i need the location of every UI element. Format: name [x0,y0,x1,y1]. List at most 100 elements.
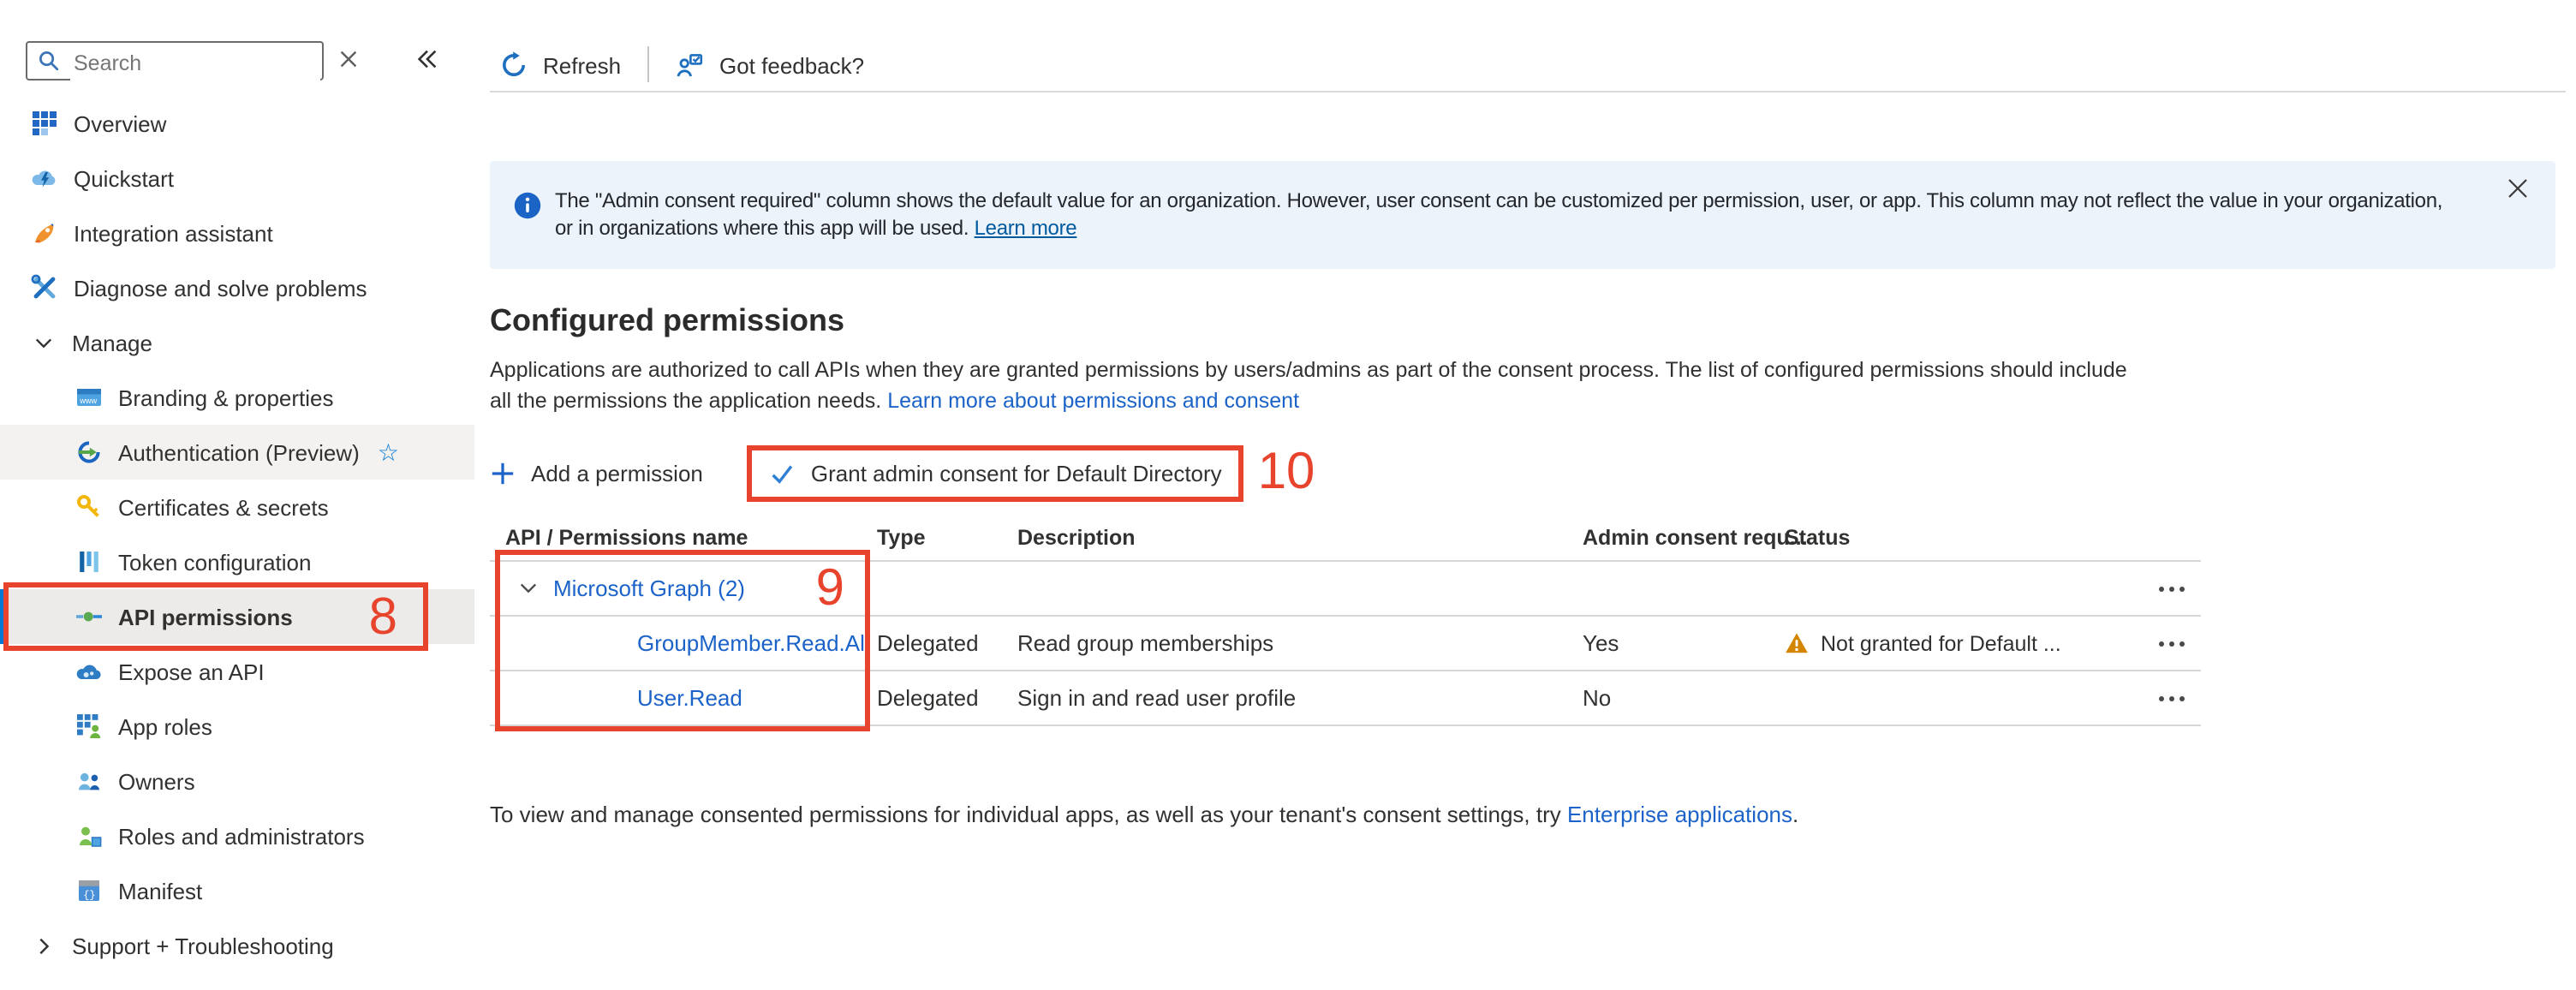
microsoft-graph-link[interactable]: Microsoft Graph (2) [553,576,745,601]
table-row-groupmember-read-all: GroupMember.Read.All Delegated Read grou… [490,617,2201,671]
learn-more-link[interactable]: Learn more [975,216,1077,240]
sidebar-item-label: Expose an API [118,659,265,684]
sidebar-item-token-configuration[interactable]: Token configuration [0,534,474,589]
sidebar-item-roles-admins[interactable]: Roles and administrators [0,808,474,863]
api-permissions-icon [75,603,103,630]
header-api-permissions-name: API / Permissions name [490,525,877,549]
key-icon [75,493,103,521]
sidebar-item-label: Quickstart [74,165,174,191]
grid-person-icon [75,713,103,740]
sidebar-item-certificates[interactable]: Certificates & secrets [0,480,474,534]
sidebar-item-owners[interactable]: Owners [0,754,474,808]
sidebar-item-label: Integration assistant [74,220,273,246]
section-intro: Applications are authorized to call APIs… [490,356,2127,416]
browser-www-icon: www [75,384,103,411]
banner-line-2: or in organizations where this app will … [555,214,2442,242]
sidebar-item-quickstart[interactable]: Quickstart [0,151,474,206]
banner-close-icon[interactable] [2507,176,2528,207]
grant-admin-consent-label: Grant admin consent for Default Director… [811,460,1222,486]
permissions-table: API / Permissions name Type Description … [490,514,2201,726]
intro-line-2: all the permissions the application need… [490,386,2127,416]
page-section-title: Configured permissions [490,303,844,339]
favorite-star-icon[interactable]: ☆ [378,440,399,464]
sidebar-item-label: Roles and administrators [118,823,365,849]
search-input[interactable] [26,41,324,81]
permissions-actions-row: Add a permission Grant admin consent for… [490,442,1315,504]
sidebar-item-branding[interactable]: www Branding & properties [0,370,474,425]
sidebar-item-expose-api[interactable]: Expose an API [0,644,474,699]
permissions-consent-link[interactable]: Learn more about permissions and consent [887,388,1299,412]
groupmember-read-all-link[interactable]: GroupMember.Read.All [637,630,870,656]
sidebar-item-overview[interactable]: Overview [0,96,474,151]
admin-consent-cell: No [1583,685,1785,711]
more-options-button[interactable] [2141,583,2201,593]
grant-admin-consent-button[interactable]: Grant admin consent for Default Director… [770,460,1222,486]
search-clear-icon[interactable] [337,48,360,79]
sidebar-item-integration-assistant[interactable]: Integration assistant [0,206,474,260]
footer-suffix: . [1792,802,1798,827]
status-text: Not granted for Default ... [1821,631,2061,655]
add-permission-button[interactable]: Add a permission [490,460,703,486]
table-row-user-read: User.Read Delegated Sign in and read use… [490,671,2201,726]
chevron-right-icon [34,936,53,955]
intro-line-1: Applications are authorized to call APIs… [490,356,2127,386]
collapse-sidebar-icon[interactable] [414,46,440,81]
more-options-button[interactable] [2141,638,2201,648]
info-icon [514,192,541,228]
toolbar-bottom-border [490,91,2566,92]
description-cell: Read group memberships [1017,630,1583,656]
type-cell: Delegated [877,630,1017,656]
sidebar-item-label: Manifest [118,878,202,904]
header-type: Type [877,525,1017,549]
svg-text:www: www [79,397,97,405]
sidebar-item-label: Authentication (Preview) [118,439,360,465]
sidebar-group-manage[interactable]: Manage [0,315,474,370]
overview-icon [31,110,58,137]
sidebar-group-support[interactable]: Support + Troubleshooting [0,918,474,973]
sidebar-item-label: Certificates & secrets [118,494,329,520]
refresh-icon [500,51,528,79]
toolbar-divider [647,46,649,82]
feedback-button[interactable]: Got feedback? [675,46,864,84]
banner-text: The "Admin consent required" column show… [555,187,2442,242]
add-permission-label: Add a permission [531,460,703,486]
user-read-link[interactable]: User.Read [637,685,742,711]
sidebar: Overview Quickstart Integration assistan… [0,0,488,990]
sidebar-item-label: Diagnose and solve problems [74,275,367,301]
search-input-field[interactable] [70,45,320,81]
sidebar-item-label: API permissions [118,604,293,629]
sidebar-item-manifest[interactable]: {} Manifest [0,863,474,918]
group-name-cell: Microsoft Graph (2) [490,576,877,601]
footer-note: To view and manage consented permissions… [490,802,1798,827]
table-row-group-microsoft-graph: Microsoft Graph (2) [490,562,2201,617]
enterprise-applications-link[interactable]: Enterprise applications [1567,802,1792,827]
wrench-tools-icon [31,274,58,301]
sidebar-item-label: Owners [118,768,195,794]
annotation-box-10: Grant admin consent for Default Director… [748,444,1244,501]
refresh-button[interactable]: Refresh [500,46,621,84]
azure-api-permissions-blade: Overview Quickstart Integration assistan… [0,0,2576,990]
quickstart-icon [31,164,58,192]
refresh-label: Refresh [543,52,621,78]
chevron-down-icon [34,333,53,352]
footer-text: To view and manage consented permissions… [490,802,1567,827]
sidebar-item-label: Overview [74,110,166,136]
rocket-icon [31,219,58,247]
header-admin-consent: Admin consent requ... [1583,525,1785,549]
sidebar-item-api-permissions[interactable]: API permissions [0,589,474,644]
more-options-button[interactable] [2141,693,2201,703]
sidebar-item-app-roles[interactable]: App roles [0,699,474,754]
sidebar-item-diagnose[interactable]: Diagnose and solve problems [0,260,474,315]
warning-icon [1785,632,1809,654]
info-banner: The "Admin consent required" column show… [490,161,2555,269]
ellipsis-icon [2156,693,2186,703]
description-cell: Sign in and read user profile [1017,685,1583,711]
sidebar-item-authentication[interactable]: Authentication (Preview) ☆ [0,425,474,480]
header-description: Description [1017,525,1583,549]
svg-text:{}: {} [83,889,95,901]
plus-icon [490,460,516,486]
sidebar-group-label: Support + Troubleshooting [72,933,334,958]
header-status: Status [1785,525,2141,549]
permission-name-cell: User.Read [490,685,877,711]
chevron-down-icon[interactable] [519,579,538,598]
